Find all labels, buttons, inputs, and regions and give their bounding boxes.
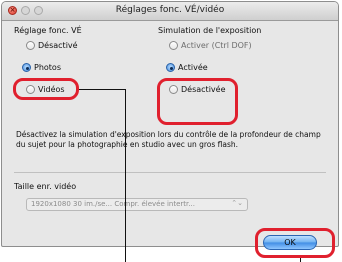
group-label-exposure-simulation: Simulation de l'exposition (158, 26, 262, 35)
radio-label-disabled: Désactivé (38, 41, 78, 50)
radio-button-enabled[interactable] (166, 63, 175, 72)
description-text: Désactivez la simulation d'exposition lo… (16, 130, 321, 149)
select-arrows-icon: ⌃⌄ (231, 199, 243, 207)
separator (14, 172, 326, 173)
radio-activate-dof-row[interactable]: Activer (Ctrl DOF) (169, 41, 252, 50)
title-bar: × Réglages fonc. VÉ/vidéo (2, 2, 338, 21)
video-size-label: Taille enr. vidéo (14, 182, 77, 191)
radio-button-photos[interactable] (22, 63, 31, 72)
video-size-value: 1920x1080 30 im./se... Compr. élevée int… (31, 200, 195, 208)
group-label-live-view: Réglage fonc. VÉ (14, 26, 82, 35)
highlight-photos (13, 78, 79, 100)
leader-line-vertical-left (125, 89, 126, 262)
leader-line-horizontal (79, 89, 125, 90)
radio-photos-row[interactable]: Photos (22, 63, 61, 72)
radio-disabled-row[interactable]: Désactivé (26, 41, 78, 50)
video-size-select[interactable]: 1920x1080 30 im./se... Compr. élevée int… (26, 198, 248, 211)
radio-label-activate-dof: Activer (Ctrl DOF) (181, 41, 252, 50)
leader-line-vertical-right (300, 258, 301, 262)
radio-label-photos: Photos (34, 63, 61, 72)
window-title: Réglages fonc. VÉ/vidéo (115, 5, 225, 15)
radio-enabled-row[interactable]: Activée (166, 63, 208, 72)
highlight-exposure (157, 78, 238, 125)
radio-button-activate-dof[interactable] (169, 41, 178, 50)
highlight-ok (255, 228, 335, 258)
radio-label-enabled: Activée (178, 63, 208, 72)
radio-button-disabled[interactable] (26, 41, 35, 50)
